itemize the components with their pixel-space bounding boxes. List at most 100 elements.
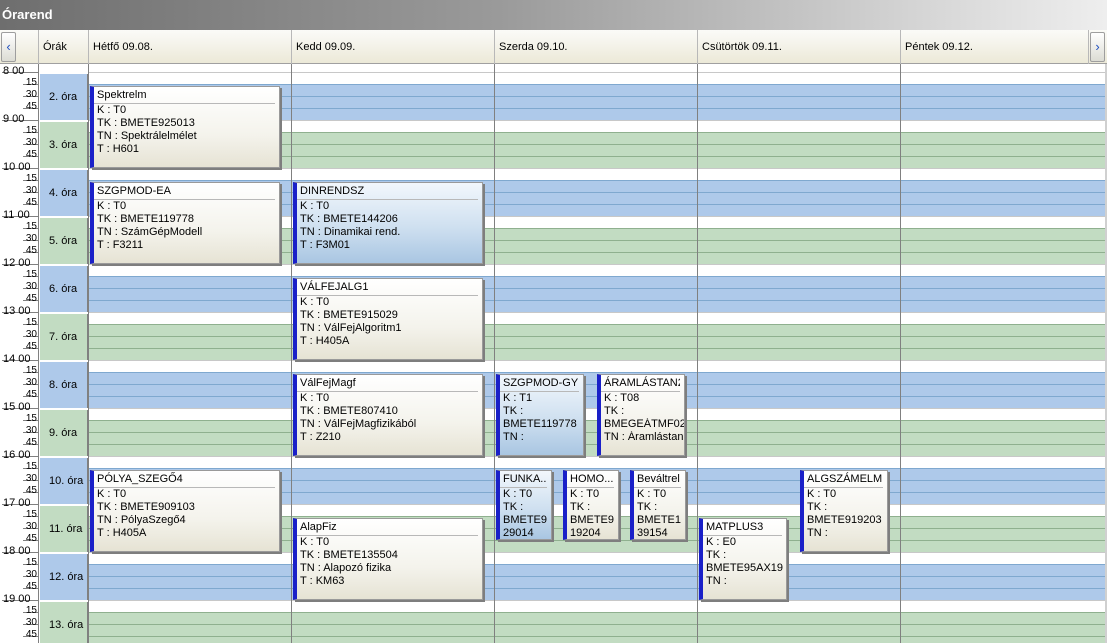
hour-band[interactable] [89, 564, 1105, 600]
column-header-orak: Órák [38, 30, 89, 64]
event-title: VálFejMagf [297, 375, 478, 392]
hour-label: 18 00 [3, 545, 31, 557]
hour-band[interactable] [89, 324, 1105, 360]
minute-label: 45 [25, 437, 37, 448]
event-title: DINRENDSZ [297, 183, 478, 200]
day-separator [900, 64, 901, 643]
hour-line [89, 168, 1105, 169]
event-detail: BMETE119778 [503, 418, 577, 430]
event-detail: TK : BMETE135504 [300, 549, 398, 561]
chevron-left-icon[interactable]: ‹ [1, 32, 16, 62]
event-detail: K : T1 [503, 392, 533, 404]
event-detail: 19204 [570, 527, 601, 539]
event-detail: TK : [706, 549, 727, 561]
event-detail: TN : PólyaSzegő4 [97, 514, 186, 526]
minute-label: 45 [25, 341, 37, 352]
day-header-monday[interactable]: Hétfő 09.08. [89, 30, 292, 64]
event-detail: TK : BMETE807410 [300, 405, 398, 417]
event-detail: T : KM63 [300, 575, 345, 587]
schedule-grid: 8 00 15 30 45 2. óra 9 00 15 30 45 3. óra 10 00 15 3… [0, 64, 1105, 643]
ora-cell: 11. óra [40, 506, 88, 552]
event-detail: T : Z210 [300, 431, 341, 443]
event-detail: TK : [637, 501, 658, 513]
minute-label: 45 [25, 629, 37, 640]
event-detail: TN : VálFejMagfizikából [300, 418, 417, 430]
event-title: PÓLYA_SZEGŐ4 [94, 471, 275, 488]
event-detail: K : T0 [97, 200, 127, 212]
day-header-tuesday[interactable]: Kedd 09.09. [292, 30, 495, 64]
event-detail: T : H601 [97, 143, 139, 155]
quarter-line [89, 468, 1105, 469]
hour-band[interactable] [89, 612, 1105, 643]
ora-cell: 9. óra [40, 410, 88, 456]
chevron-right-icon[interactable]: › [1090, 32, 1105, 62]
hour-line [89, 360, 1105, 361]
day-header-friday[interactable]: Péntek 09.12. [901, 30, 1089, 64]
event-title: HOMO... [567, 471, 614, 488]
course-event[interactable]: DINRENDSZ K : T0 TK : BMETE144206 TN : Dina… [293, 182, 483, 264]
minute-label: 30 [25, 377, 37, 388]
minute-label: 15 [25, 317, 37, 328]
minute-label: 30 [25, 617, 37, 628]
course-event[interactable]: Beváltrel K : T0 TK : BMETE1 39154 [630, 470, 686, 540]
event-title: MATPLUS3 [703, 519, 782, 536]
quarter-line [89, 612, 1105, 613]
ora-cell: 13. óra [40, 602, 88, 643]
event-detail: T : F3M01 [300, 239, 350, 251]
event-detail: 29014 [503, 527, 534, 539]
event-detail: TK : BMETE925013 [97, 117, 195, 129]
ora-cell: 7. óra [40, 314, 88, 360]
event-title: SZGPMOD-EA [94, 183, 275, 200]
minute-label: 45 [25, 581, 37, 592]
event-detail: TK : BMETE119778 [97, 213, 195, 225]
hour-line [89, 600, 1105, 601]
course-event[interactable]: SZGPMOD-EA K : T0 TK : BMETE119778 TN : Szá… [90, 182, 280, 264]
event-detail: TN : VálFejAlgoritm1 [300, 322, 402, 334]
hour-line [89, 312, 1105, 313]
event-detail: K : T0 [300, 536, 330, 548]
course-event[interactable]: ALGSZÁMELM K : T0 TK : BMETE919203 TN : [800, 470, 888, 552]
window-title: Órarend [0, 0, 1107, 30]
event-title: VÁLFEJALG1 [297, 279, 478, 296]
course-event[interactable]: VálFejMagf K : T0 TK : BMETE807410 TN : Vál… [293, 374, 483, 456]
event-detail: TN : [503, 431, 524, 443]
course-event[interactable]: MATPLUS3 K : E0 TK : BMETE95AX19 TN : [699, 518, 787, 600]
course-event[interactable]: SZGPMOD-GY K : T1 TK : BMETE119778 TN : [496, 374, 584, 456]
event-detail: BMETE9 [503, 514, 548, 526]
course-event[interactable]: PÓLYA_SZEGŐ4 K : T0 TK : BMETE909103 TN : P… [90, 470, 280, 552]
quarter-line [89, 324, 1105, 325]
minute-label: 15 [25, 269, 37, 280]
quarter-line [89, 624, 1105, 625]
minute-label: 45 [25, 293, 37, 304]
event-detail: TK : [503, 405, 524, 417]
event-detail: K : T0 [570, 488, 600, 500]
hour-label: 11 00 [3, 209, 30, 221]
event-detail: K : E0 [706, 536, 736, 548]
quarter-line [89, 300, 1105, 301]
ora-cell: 6. óra [40, 266, 88, 312]
hour-line [89, 456, 1105, 457]
course-event[interactable]: FUNKA... K : T0 TK : BMETE9 29014 [496, 470, 552, 540]
event-title: Beváltrel [634, 471, 681, 488]
ora-cell: 4. óra [40, 170, 88, 216]
event-title: SZGPMOD-GY [500, 375, 579, 392]
day-header-wednesday[interactable]: Szerda 09.10. [495, 30, 698, 64]
course-event[interactable]: Spektrelm K : T0 TK : BMETE925013 TN : Spek… [90, 86, 280, 168]
minute-label: 45 [25, 149, 37, 160]
event-detail: 39154 [637, 527, 668, 539]
quarter-line [89, 372, 1105, 373]
event-title: ALGSZÁMELM [804, 471, 883, 488]
hour-band[interactable] [89, 276, 1105, 312]
course-event[interactable]: AlapFiz K : T0 TK : BMETE135504 TN : Alapoz… [293, 518, 483, 600]
course-event[interactable]: VÁLFEJALG1 K : T0 TK : BMETE915029 TN : Vál… [293, 278, 483, 360]
course-event[interactable]: ÁRAMLÁSTAN2 K : T08 TK : BMEGEÁTMF02 TN : Ár… [597, 374, 685, 456]
hour-label: 19 00 [3, 593, 31, 605]
event-detail: K : T0 [300, 392, 330, 404]
minute-label: 30 [25, 281, 37, 292]
schedule-header: ‹ Órák Hétfő 09.08. Kedd 09.09. Szerda 0… [0, 30, 1107, 64]
course-event[interactable]: HOMO... K : T0 TK : BMETE9 19204 [563, 470, 619, 540]
day-separator [697, 64, 698, 643]
day-header-thursday[interactable]: Csütörtök 09.11. [698, 30, 901, 64]
hour-line [89, 552, 1105, 553]
hour-label: 12 00 [3, 257, 31, 269]
